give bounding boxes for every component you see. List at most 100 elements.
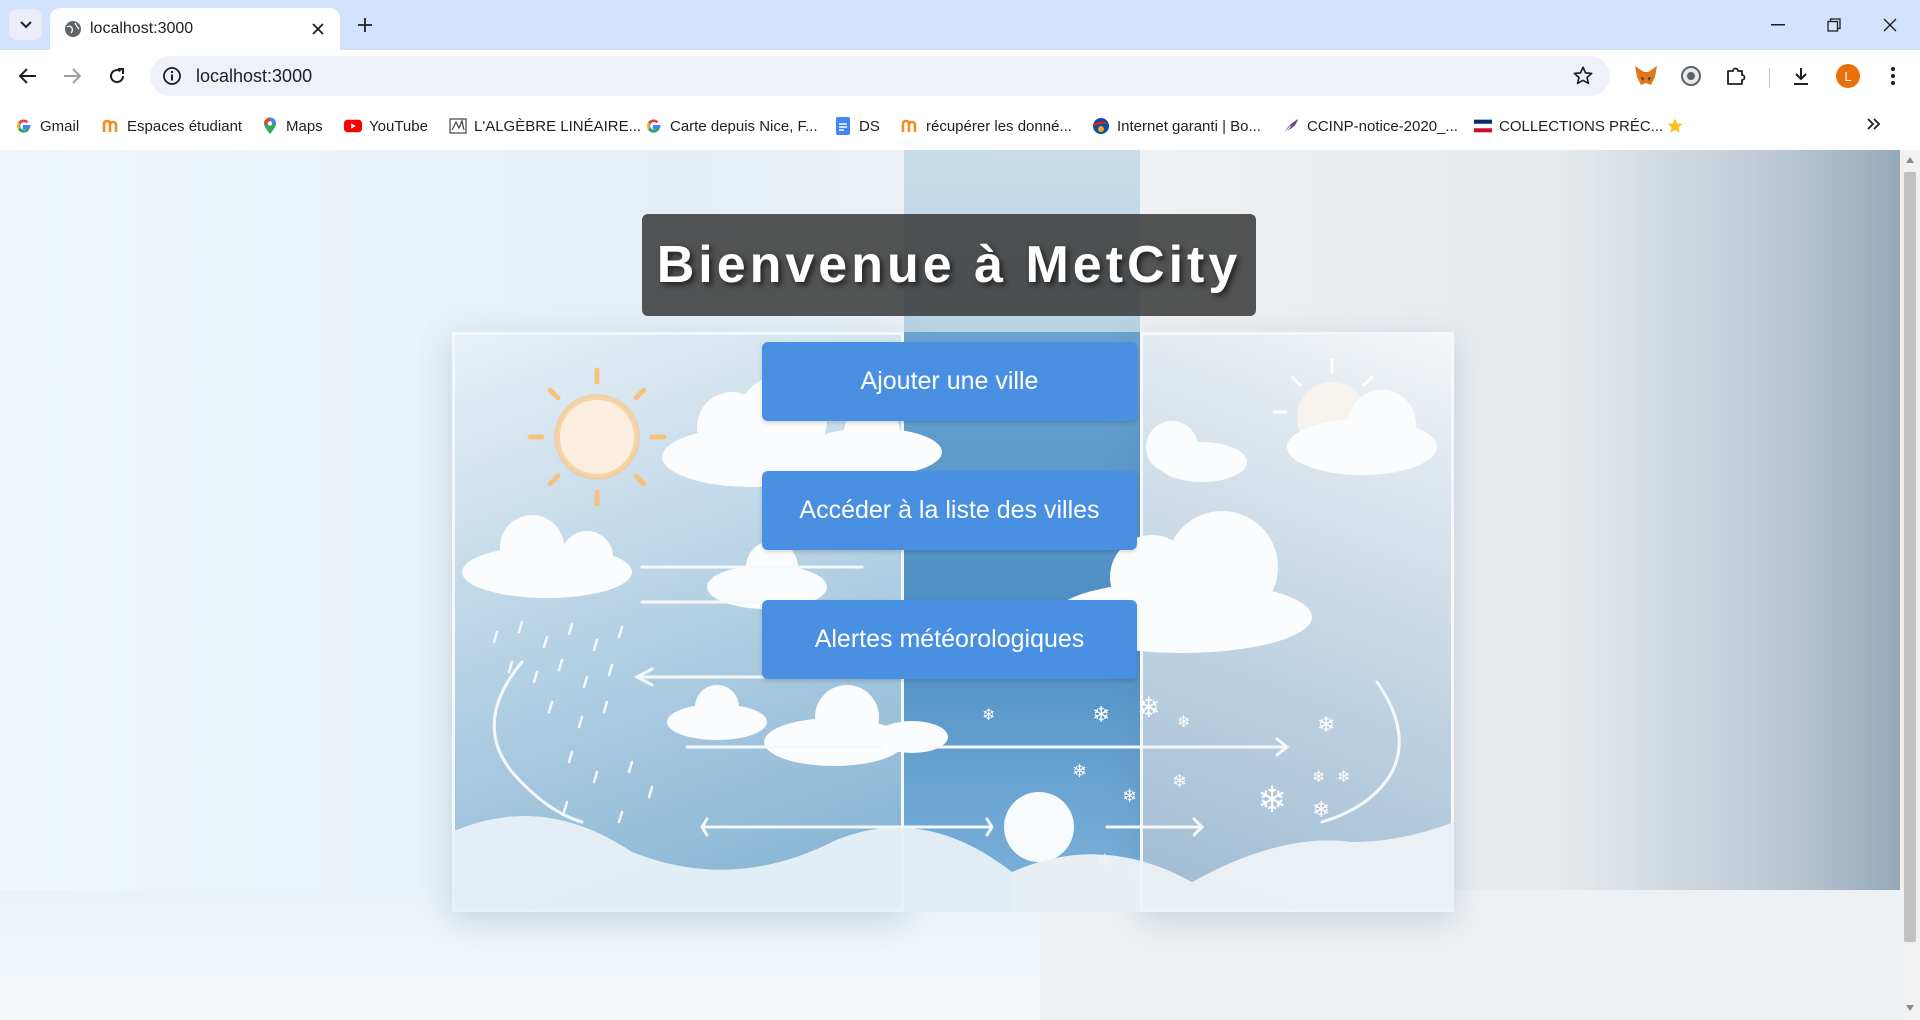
plus-icon bbox=[358, 18, 372, 32]
bookmark-star-shortcut[interactable] bbox=[1666, 116, 1684, 136]
tab-search-button[interactable] bbox=[9, 9, 42, 40]
svg-text:❄: ❄ bbox=[1317, 713, 1335, 738]
puzzle-badge-icon bbox=[1681, 66, 1701, 86]
back-button[interactable] bbox=[12, 60, 44, 92]
youtube-icon bbox=[344, 117, 362, 135]
svg-text:❄: ❄ bbox=[1337, 767, 1350, 786]
bookmark-ccinp-notice[interactable]: CCINP-notice-2020_... bbox=[1282, 116, 1458, 136]
bookmark-label: Carte depuis Nice, F... bbox=[670, 117, 818, 135]
svg-text:❄: ❄ bbox=[1092, 703, 1110, 728]
reload-button[interactable] bbox=[101, 60, 133, 92]
scroll-up-button[interactable] bbox=[1904, 154, 1916, 166]
sun-cloud-icon bbox=[1272, 358, 1437, 475]
svg-text:❄: ❄ bbox=[1312, 767, 1325, 786]
bookmark-espaces-etudiant[interactable]: Espaces étudiant bbox=[102, 116, 242, 136]
svg-text:❄: ❄ bbox=[1312, 798, 1330, 823]
close-window-button[interactable] bbox=[1870, 10, 1910, 40]
browser-tab[interactable]: localhost:3000 bbox=[50, 8, 340, 50]
document-thumb-icon bbox=[449, 117, 467, 135]
bookmark-recuperer-les-donnees[interactable]: récupérer les donné... bbox=[901, 116, 1072, 136]
bookmarks-overflow-button[interactable] bbox=[1862, 112, 1886, 136]
google-g-icon bbox=[15, 117, 33, 135]
tab-strip: localhost:3000 bbox=[0, 0, 1920, 50]
flag-icon bbox=[1474, 117, 1492, 135]
bookmark-label: YouTube bbox=[369, 117, 428, 135]
bookmark-label: Maps bbox=[286, 117, 323, 135]
toolbar-separator bbox=[1769, 68, 1770, 88]
hills-right bbox=[1012, 822, 1454, 912]
forward-button[interactable] bbox=[56, 60, 88, 92]
bouygues-icon bbox=[1092, 117, 1110, 135]
sun-icon bbox=[527, 367, 667, 507]
bookmark-star-icon[interactable] bbox=[1572, 65, 1594, 87]
address-bar[interactable]: localhost:3000 bbox=[150, 56, 1610, 96]
restore-button[interactable] bbox=[1814, 10, 1854, 40]
svg-text:❄: ❄ bbox=[1122, 786, 1137, 807]
hills-left bbox=[452, 816, 1012, 912]
rain-icon bbox=[492, 620, 654, 824]
bookmark-maps[interactable]: Maps bbox=[261, 116, 323, 136]
bookmark-carte-depuis-nice[interactable]: Carte depuis Nice, F... bbox=[645, 116, 818, 136]
bookmark-algebre-lineaire[interactable]: L'ALGÈBRE LINÉAIRE... bbox=[449, 116, 641, 136]
bookmark-label: Gmail bbox=[40, 117, 80, 135]
add-city-button[interactable]: Ajouter une ville bbox=[762, 342, 1137, 421]
bookmark-collections-precieuses[interactable]: COLLECTIONS PRÉC... bbox=[1474, 116, 1663, 136]
minimize-button[interactable] bbox=[1758, 10, 1798, 40]
page-title-box: Bienvenue à MetCity bbox=[642, 214, 1256, 316]
bookmarks-bar: Gmail Espaces étudiant Maps YouTube L'AL… bbox=[0, 100, 1920, 150]
google-g-icon bbox=[645, 117, 663, 135]
triangle-up-icon bbox=[1906, 157, 1914, 163]
puzzle-icon bbox=[1727, 67, 1746, 85]
bookmark-label: récupérer les donné... bbox=[926, 117, 1072, 135]
svg-text:❄: ❄ bbox=[1172, 771, 1187, 792]
chevron-down-icon bbox=[19, 20, 32, 28]
extension-button[interactable] bbox=[1678, 63, 1704, 89]
bookmark-gmail[interactable]: Gmail bbox=[15, 116, 79, 136]
browser-menu-button[interactable] bbox=[1880, 63, 1906, 89]
bookmark-ds[interactable]: DS bbox=[834, 116, 880, 136]
scroll-down-button[interactable] bbox=[1904, 1002, 1916, 1014]
page-title: Bienvenue à MetCity bbox=[656, 236, 1242, 294]
downloads-button[interactable] bbox=[1788, 63, 1814, 89]
extensions-menu-button[interactable] bbox=[1723, 63, 1749, 89]
close-icon bbox=[312, 23, 324, 35]
arrow-left-icon bbox=[19, 68, 36, 84]
double-chevron-right-icon bbox=[1867, 118, 1881, 130]
profile-avatar[interactable]: L bbox=[1836, 64, 1860, 88]
triangle-down-icon bbox=[1906, 1005, 1914, 1011]
kebab-menu-icon bbox=[1891, 67, 1895, 85]
fox-icon bbox=[1635, 66, 1657, 85]
bookmark-label: Espaces étudiant bbox=[127, 117, 243, 135]
tab-close-button[interactable] bbox=[308, 19, 328, 39]
bookmark-label: L'ALGÈBRE LINÉAIRE... bbox=[474, 117, 642, 135]
city-list-button[interactable]: Accéder à la liste des villes bbox=[762, 471, 1137, 550]
bookmark-label: CCINP-notice-2020_... bbox=[1307, 117, 1458, 135]
weather-alerts-button[interactable]: Alertes météorologiques bbox=[762, 600, 1137, 679]
svg-text:❄: ❄ bbox=[982, 705, 995, 724]
svg-text:❄: ❄ bbox=[1072, 761, 1087, 782]
quill-icon bbox=[1282, 117, 1300, 135]
maps-pin-icon bbox=[261, 117, 279, 135]
svg-text:❄: ❄ bbox=[1177, 712, 1190, 731]
bookmark-youtube[interactable]: YouTube bbox=[344, 116, 428, 136]
tab-title: localhost:3000 bbox=[90, 20, 194, 37]
bookmark-internet-garanti[interactable]: Internet garanti | Bo... bbox=[1092, 116, 1261, 136]
globe-icon bbox=[65, 21, 81, 37]
restore-icon bbox=[1827, 18, 1841, 32]
minimize-icon bbox=[1771, 24, 1785, 26]
page-scrollbar[interactable] bbox=[1900, 150, 1920, 1020]
page-viewport: ❄❄ ❄❄ ❄❄ ❄❄ ❄❄ ❄❄ ❄❄ Bienvenue à MetCity… bbox=[0, 150, 1920, 1020]
url-text[interactable]: localhost:3000 bbox=[196, 66, 312, 87]
google-docs-icon bbox=[834, 117, 852, 135]
close-icon bbox=[1883, 18, 1897, 32]
reload-icon bbox=[110, 68, 125, 84]
metamask-extension-button[interactable] bbox=[1633, 63, 1659, 89]
new-tab-button[interactable] bbox=[352, 12, 378, 38]
download-icon bbox=[1794, 68, 1808, 85]
snowball-icon bbox=[1004, 792, 1074, 862]
arrow-right-icon bbox=[64, 68, 81, 84]
bookmark-label: DS bbox=[859, 117, 880, 135]
scroll-thumb[interactable] bbox=[1904, 172, 1916, 942]
bookmark-label: COLLECTIONS PRÉC... bbox=[1499, 117, 1664, 135]
info-icon[interactable] bbox=[162, 66, 182, 86]
